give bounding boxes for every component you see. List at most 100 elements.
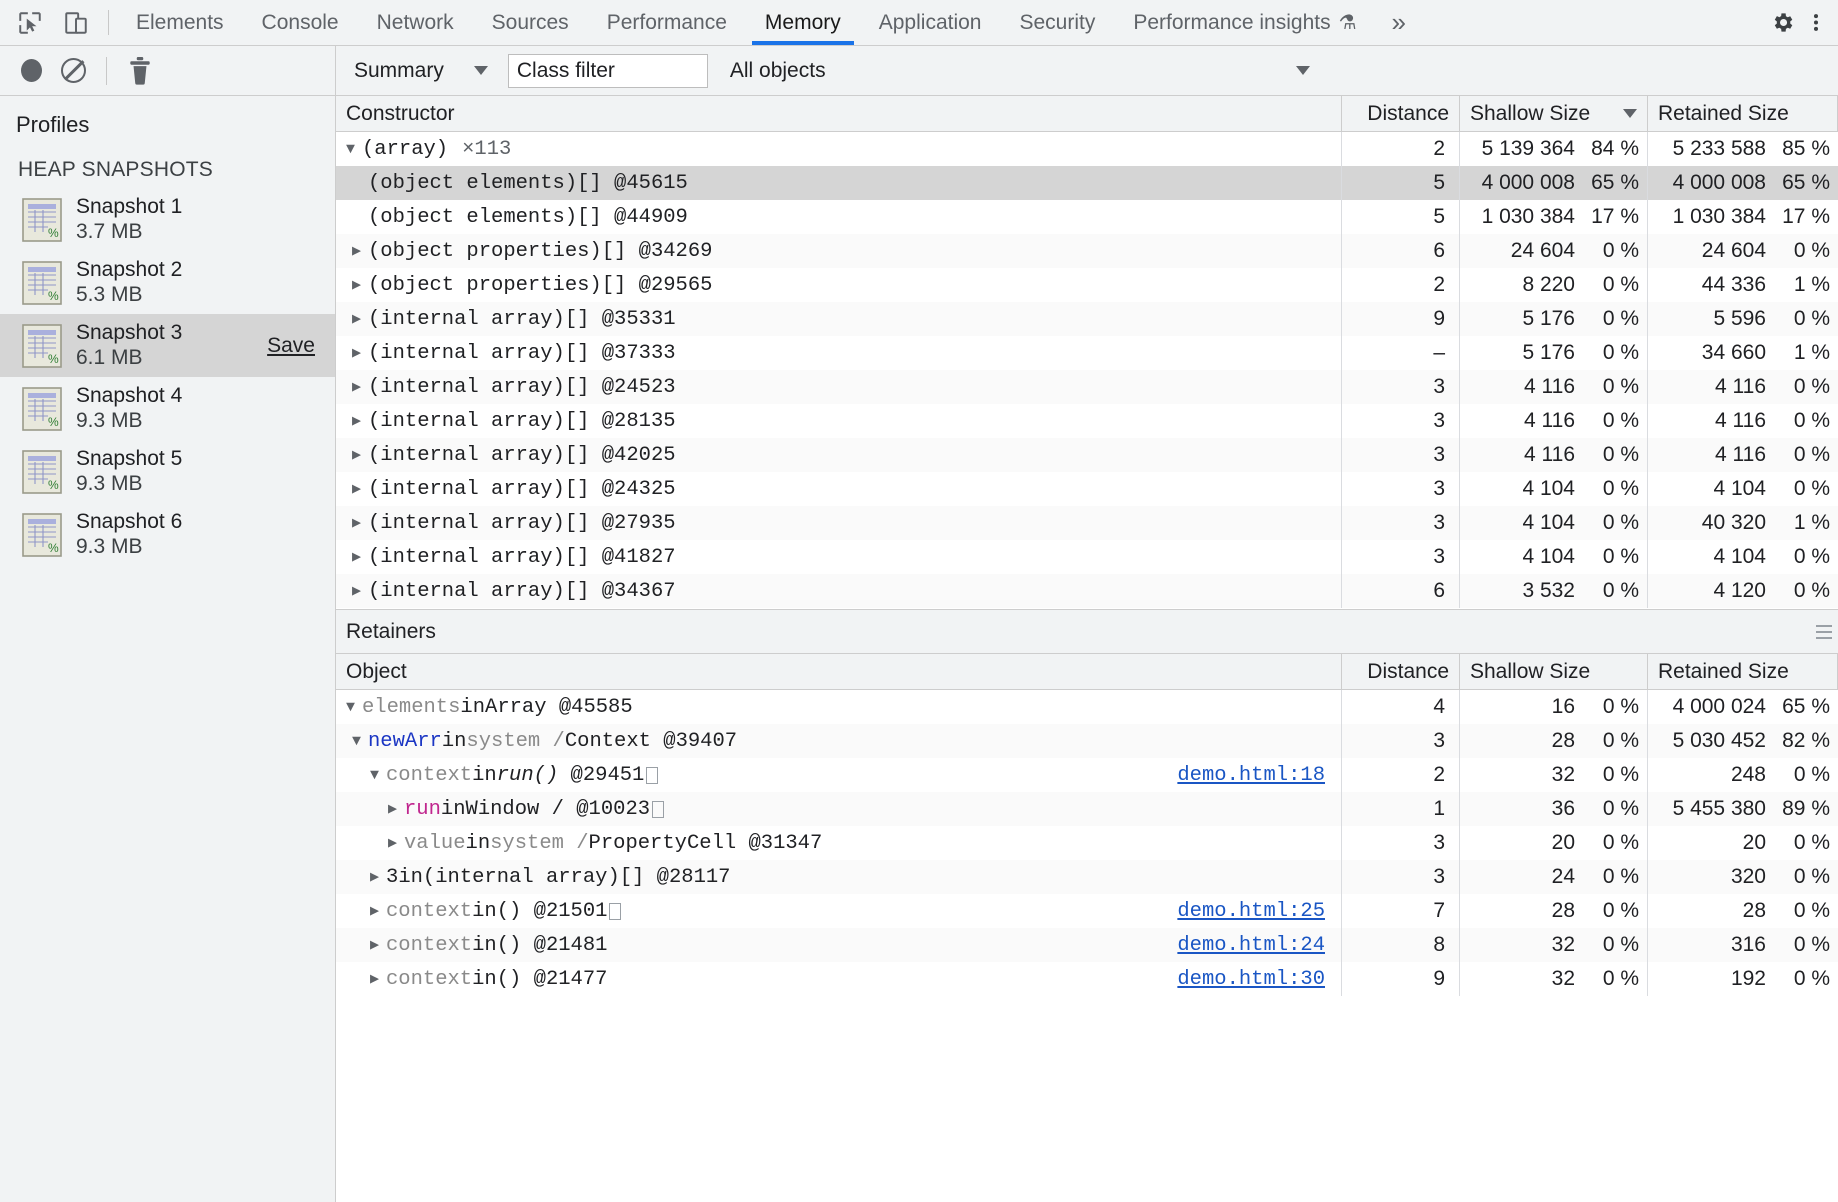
table-row[interactable]: context in () @21477demo.html:309320 %19…	[336, 962, 1838, 996]
column-header-distance[interactable]: Distance	[1342, 654, 1460, 689]
expand-right-icon[interactable]	[352, 278, 368, 293]
constructor-cell[interactable]: (internal array)[] @41827	[336, 540, 1342, 574]
clear-profiles-button[interactable]	[52, 50, 94, 92]
constructor-cell[interactable]: (internal array)[] @28135	[336, 404, 1342, 438]
table-row[interactable]: (object elements)[] @4561554 000 00865 %…	[336, 166, 1838, 200]
column-header-constructor[interactable]: Constructor	[336, 96, 1342, 131]
sidebar-item-snapshot-3[interactable]: % Snapshot 3 6.1 MB Save	[0, 314, 335, 377]
source-file-link[interactable]: demo.html:30	[1177, 968, 1325, 991]
object-cell[interactable]: run in Window / @10023	[336, 792, 1342, 826]
expand-down-icon[interactable]	[346, 700, 362, 715]
sidebar-item-snapshot-2[interactable]: % Snapshot 2 5.3 MB	[0, 251, 335, 314]
expand-down-icon[interactable]	[346, 142, 362, 157]
constructor-cell[interactable]: (object properties)[] @29565	[336, 268, 1342, 302]
sidebar-item-snapshot-6[interactable]: % Snapshot 6 9.3 MB	[0, 503, 335, 566]
expand-down-icon[interactable]	[370, 768, 386, 783]
table-row[interactable]: (array)×11325 139 36484 %5 233 58885 %	[336, 132, 1838, 166]
table-row[interactable]: context in () @21501demo.html:257280 %28…	[336, 894, 1838, 928]
constructor-cell[interactable]: (internal array)[] @24523	[336, 370, 1342, 404]
more-tabs-button[interactable]: »	[1376, 0, 1422, 45]
expand-right-icon[interactable]	[352, 312, 368, 327]
column-header-retained-size[interactable]: Retained Size	[1648, 654, 1838, 689]
tab-performance-insights[interactable]: Performance insights ⚗	[1114, 0, 1375, 45]
expand-right-icon[interactable]	[352, 346, 368, 361]
table-row[interactable]: (object properties)[] @34269624 6040 %24…	[336, 234, 1838, 268]
object-cell[interactable]: context in () @21477demo.html:30	[336, 962, 1342, 996]
constructor-cell[interactable]: (object properties)[] @34269	[336, 234, 1342, 268]
sidebar-item-snapshot-1[interactable]: % Snapshot 1 3.7 MB	[0, 188, 335, 251]
object-cell[interactable]: elements in Array @45585	[336, 690, 1342, 724]
constructor-cell[interactable]: (internal array)[] @34367	[336, 574, 1342, 608]
delete-profile-button[interactable]	[119, 50, 161, 92]
constructor-cell[interactable]: (array)×113	[336, 132, 1342, 166]
expand-right-icon[interactable]	[388, 836, 404, 851]
tab-application[interactable]: Application	[860, 0, 1001, 45]
constructor-cell[interactable]: (internal array)[] @35331	[336, 302, 1342, 336]
object-cell[interactable]: 3 in (internal array)[] @28117	[336, 860, 1342, 894]
table-row[interactable]: context in run() @29451demo.html:182320 …	[336, 758, 1838, 792]
expand-down-icon[interactable]	[352, 734, 368, 749]
expand-right-icon[interactable]	[352, 516, 368, 531]
constructor-cell[interactable]: (object elements)[] @45615	[336, 166, 1342, 200]
expand-right-icon[interactable]	[370, 904, 386, 919]
object-cell[interactable]: newArr in system / Context @39407	[336, 724, 1342, 758]
table-row[interactable]: (object elements)[] @4490951 030 38417 %…	[336, 200, 1838, 234]
column-header-shallow-size[interactable]: Shallow Size	[1460, 96, 1648, 131]
column-header-distance[interactable]: Distance	[1342, 96, 1460, 131]
expand-right-icon[interactable]	[352, 414, 368, 429]
source-file-link[interactable]: demo.html:18	[1177, 764, 1325, 787]
table-row[interactable]: (internal array)[] @3436763 5320 %4 1200…	[336, 574, 1838, 608]
expand-right-icon[interactable]	[370, 938, 386, 953]
column-header-shallow-size[interactable]: Shallow Size	[1460, 654, 1648, 689]
expand-right-icon[interactable]	[352, 380, 368, 395]
table-row[interactable]: (internal array)[] @4182734 1040 %4 1040…	[336, 540, 1838, 574]
tab-performance[interactable]: Performance	[588, 0, 746, 45]
record-heap-snapshot-button[interactable]	[10, 50, 52, 92]
table-row[interactable]: 3 in (internal array)[] @281173240 %3200…	[336, 860, 1838, 894]
constructor-cell[interactable]: (internal array)[] @24325	[336, 472, 1342, 506]
tab-console[interactable]: Console	[243, 0, 358, 45]
tab-memory[interactable]: Memory	[746, 0, 860, 45]
view-mode-select[interactable]: Summary	[346, 51, 496, 91]
object-cell[interactable]: context in () @21501demo.html:25	[336, 894, 1342, 928]
source-file-link[interactable]: demo.html:24	[1177, 934, 1325, 957]
kebab-menu-icon[interactable]	[1800, 7, 1832, 39]
object-cell[interactable]: context in run() @29451demo.html:18	[336, 758, 1342, 792]
constructor-cell[interactable]: (object elements)[] @44909	[336, 200, 1342, 234]
column-header-retained-size[interactable]: Retained Size	[1648, 96, 1838, 131]
constructor-cell[interactable]: (internal array)[] @37333	[336, 336, 1342, 370]
table-row[interactable]: (object properties)[] @2956528 2200 %44 …	[336, 268, 1838, 302]
expand-right-icon[interactable]	[388, 802, 404, 817]
table-row[interactable]: elements in Array @455854160 %4 000 0246…	[336, 690, 1838, 724]
expand-right-icon[interactable]	[352, 482, 368, 497]
class-filter-input[interactable]	[508, 54, 708, 88]
source-file-link[interactable]: demo.html:25	[1177, 900, 1325, 923]
table-row[interactable]: (internal array)[] @37333–5 1760 %34 660…	[336, 336, 1838, 370]
expand-right-icon[interactable]	[352, 244, 368, 259]
table-row[interactable]: (internal array)[] @2813534 1160 %4 1160…	[336, 404, 1838, 438]
table-row[interactable]: newArr in system / Context @394073280 %5…	[336, 724, 1838, 758]
constructor-cell[interactable]: (internal array)[] @42025	[336, 438, 1342, 472]
expand-right-icon[interactable]	[352, 448, 368, 463]
table-row[interactable]: (internal array)[] @3533195 1760 %5 5960…	[336, 302, 1838, 336]
tab-sources[interactable]: Sources	[473, 0, 588, 45]
resize-grip-icon[interactable]	[1816, 625, 1832, 639]
object-cell[interactable]: context in () @21481demo.html:24	[336, 928, 1342, 962]
tab-network[interactable]: Network	[358, 0, 473, 45]
table-row[interactable]: (internal array)[] @4202534 1160 %4 1160…	[336, 438, 1838, 472]
table-row[interactable]: run in Window / @100231360 %5 455 38089 …	[336, 792, 1838, 826]
sidebar-item-snapshot-4[interactable]: % Snapshot 4 9.3 MB	[0, 377, 335, 440]
expand-right-icon[interactable]	[352, 584, 368, 599]
table-row[interactable]: context in () @21481demo.html:248320 %31…	[336, 928, 1838, 962]
table-row[interactable]: value in system / PropertyCell @31347320…	[336, 826, 1838, 860]
expand-right-icon[interactable]	[370, 870, 386, 885]
object-cell[interactable]: value in system / PropertyCell @31347	[336, 826, 1342, 860]
objects-filter-select[interactable]: All objects	[730, 59, 826, 83]
objects-filter-chevron-down-icon[interactable]	[1296, 66, 1310, 75]
tab-security[interactable]: Security	[1000, 0, 1114, 45]
gear-icon[interactable]	[1766, 7, 1798, 39]
expand-right-icon[interactable]	[370, 972, 386, 987]
table-row[interactable]: (internal array)[] @2793534 1040 %40 320…	[336, 506, 1838, 540]
column-header-object[interactable]: Object	[336, 654, 1342, 689]
save-snapshot-link[interactable]: Save	[267, 334, 315, 358]
